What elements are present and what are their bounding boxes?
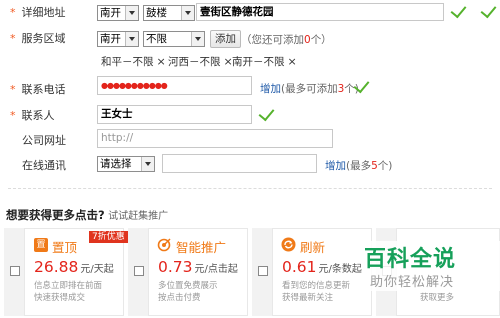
promo-title: 刷新 — [300, 240, 326, 255]
add-im-link[interactable]: 增加 — [325, 160, 346, 172]
address-district-select[interactable]: 南开 — [97, 5, 139, 21]
website-label: 公司网址 — [22, 134, 66, 147]
im-type-select[interactable]: 请选择 — [97, 156, 155, 172]
check-icon — [480, 1, 497, 19]
promo-heading: 想要获得更多点击? 试试赶集推广 — [6, 208, 169, 222]
promo-card-body: 刷新 0.61 元/条数起 看到您的信息更新 获得最新关注 — [272, 228, 372, 316]
address-area-select[interactable]: 鼓楼 — [143, 5, 195, 21]
section-divider — [8, 188, 492, 189]
address-label: * 详细地址 — [10, 6, 66, 19]
promo-card-top: 置 置顶 7折优惠 26.88 元/天起 信息立即排在前面 快速获得成交 — [4, 228, 128, 316]
promo-title: 智能推广 — [176, 240, 227, 255]
discount-badge: 7折优惠 — [89, 231, 128, 243]
promo-desc: 信息立即排在前面 快速获得成交 — [34, 281, 103, 303]
add-service-area-button[interactable]: 添加 — [210, 30, 241, 48]
remove-icon[interactable]: × — [157, 55, 166, 68]
service-area-select[interactable]: 不限 — [143, 31, 205, 47]
promo-card-body: 智能推广 0.73 元/点击起 多位置免费展示 按点击付费 — [148, 228, 248, 316]
promo-title: 置顶 — [52, 240, 78, 255]
chevron-down-icon — [125, 32, 138, 46]
im-label: 在线通讯 — [22, 159, 66, 172]
remove-icon[interactable]: × — [288, 55, 297, 68]
promo-desc: 看到您的信息更新 获得最新关注 — [282, 281, 351, 303]
im-hint: 增加(最多5个) — [325, 160, 393, 172]
contact-label: * 联系人 — [10, 109, 55, 122]
service-area-label: * 服务区域 — [10, 32, 66, 45]
chevron-down-icon — [191, 32, 204, 46]
chevron-down-icon — [125, 6, 138, 20]
promo-price: 26.88 元/天起 — [34, 258, 114, 276]
required-asterisk: * — [10, 83, 16, 96]
check-icon — [450, 1, 467, 19]
promo-card-body: 置 置顶 7折优惠 26.88 元/天起 信息立即排在前面 快速获得成交 — [24, 228, 128, 316]
service-area-tag: 南开－不限 × — [232, 55, 297, 68]
required-asterisk: * — [10, 109, 16, 122]
required-asterisk: * — [10, 32, 16, 45]
website-input[interactable]: http:// — [97, 129, 333, 148]
promo-card-smart: 智能推广 0.73 元/点击起 多位置免费展示 按点击付费 — [128, 228, 248, 316]
im-account-input[interactable] — [162, 154, 317, 173]
service-area-tag: 和平－不限 × — [101, 55, 166, 68]
watermark-subtitle: 助你轻松解决 — [370, 275, 455, 290]
promo-desc: 多位置免费展示 按点击付费 — [158, 281, 218, 303]
address-detail-input[interactable]: 壹街区静德花园 — [196, 3, 444, 21]
target-icon — [157, 238, 171, 252]
promo-price: 0.73 元/点击起 — [158, 258, 238, 276]
phone-input[interactable]: ●●●●●●●●●●● — [97, 76, 252, 95]
top-icon: 置 — [34, 238, 48, 252]
add-phone-link[interactable]: 增加 — [260, 83, 281, 95]
service-area-hint: （您还可添加0个） — [241, 34, 332, 46]
chevron-down-icon — [181, 6, 194, 20]
service-district-select[interactable]: 南开 — [97, 31, 139, 47]
refresh-icon — [281, 237, 296, 252]
check-icon — [258, 104, 275, 122]
service-area-tag: 河西－不限 × — [168, 55, 233, 68]
promo-price: 0.61 元/条数起 — [282, 258, 362, 276]
smart-checkbox[interactable] — [134, 266, 144, 276]
chevron-down-icon — [141, 157, 154, 171]
promo-desc: 获取更多 — [420, 293, 455, 303]
contact-name-input[interactable]: 王女士 — [97, 105, 252, 124]
refresh-checkbox[interactable] — [258, 266, 268, 276]
top-checkbox[interactable] — [10, 266, 20, 276]
watermark-title: 百科全说 — [364, 247, 457, 272]
phone-label: * 联系电话 — [10, 83, 66, 96]
phone-hint: 增加(最多可添加3个) — [260, 83, 359, 95]
required-asterisk: * — [10, 6, 16, 19]
promo-card-refresh: 刷新 0.61 元/条数起 看到您的信息更新 获得最新关注 — [252, 228, 372, 316]
